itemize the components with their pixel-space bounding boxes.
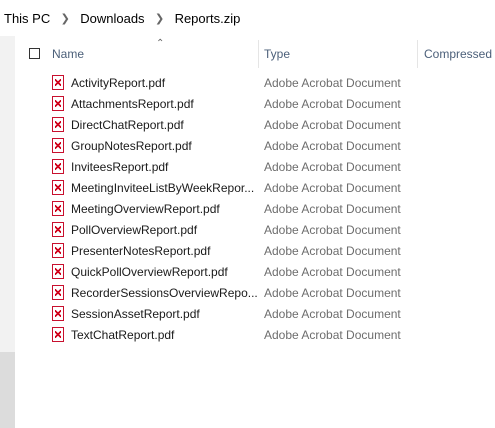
chevron-right-icon[interactable]: ❯ — [59, 12, 71, 25]
pdf-file-icon — [52, 201, 64, 216]
file-row[interactable]: ActivityReport.pdf Adobe Acrobat Document — [16, 73, 495, 94]
pdf-file-icon — [52, 180, 64, 195]
file-name[interactable]: GroupNotesReport.pdf — [71, 139, 192, 153]
pdf-file-icon — [52, 159, 64, 174]
file-type: Adobe Acrobat Document — [264, 307, 401, 321]
pdf-file-icon — [52, 243, 64, 258]
file-row[interactable]: RecorderSessionsOverviewRepo... Adobe Acr… — [16, 283, 495, 304]
column-header-name[interactable]: Name — [52, 47, 84, 61]
file-row[interactable]: TextChatReport.pdf Adobe Acrobat Document — [16, 325, 495, 346]
column-divider[interactable] — [417, 40, 418, 68]
file-name[interactable]: ActivityReport.pdf — [71, 76, 165, 90]
file-name[interactable]: TextChatReport.pdf — [71, 328, 174, 342]
pdf-file-icon — [52, 138, 64, 153]
breadcrumb-this-pc[interactable]: This PC — [4, 11, 50, 26]
file-name[interactable]: MeetingInviteeListByWeekRepor... — [71, 181, 254, 195]
file-row[interactable]: AttachmentsReport.pdf Adobe Acrobat Docum… — [16, 94, 495, 115]
breadcrumb-reports-zip[interactable]: Reports.zip — [175, 11, 241, 26]
file-name[interactable]: RecorderSessionsOverviewRepo... — [71, 286, 258, 300]
file-type: Adobe Acrobat Document — [264, 202, 401, 216]
file-name[interactable]: QuickPollOverviewReport.pdf — [71, 265, 228, 279]
column-header-compressed-size[interactable]: Compressed s — [424, 47, 495, 61]
file-row[interactable]: MeetingOverviewReport.pdf Adobe Acrobat D… — [16, 199, 495, 220]
file-row[interactable]: PollOverviewReport.pdf Adobe Acrobat Docu… — [16, 220, 495, 241]
file-row[interactable]: MeetingInviteeListByWeekRepor... Adobe Ac… — [16, 178, 495, 199]
file-type: Adobe Acrobat Document — [264, 286, 401, 300]
file-name[interactable]: SessionAssetReport.pdf — [71, 307, 200, 321]
pdf-file-icon — [52, 306, 64, 321]
column-header-type[interactable]: Type — [264, 47, 290, 61]
file-row[interactable]: SessionAssetReport.pdf Adobe Acrobat Docu… — [16, 304, 495, 325]
file-name[interactable]: DirectChatReport.pdf — [71, 118, 184, 132]
column-divider[interactable] — [258, 40, 259, 68]
pdf-file-icon — [52, 117, 64, 132]
pdf-file-icon — [52, 327, 64, 342]
file-name[interactable]: PollOverviewReport.pdf — [71, 223, 197, 237]
file-type: Adobe Acrobat Document — [264, 244, 401, 258]
file-row[interactable]: GroupNotesReport.pdf Adobe Acrobat Docume… — [16, 136, 495, 157]
file-type: Adobe Acrobat Document — [264, 139, 401, 153]
file-row[interactable]: InviteesReport.pdf Adobe Acrobat Document — [16, 157, 495, 178]
file-list: ActivityReport.pdf Adobe Acrobat Document… — [16, 73, 495, 346]
breadcrumb-downloads[interactable]: Downloads — [80, 11, 144, 26]
select-all-checkbox[interactable] — [29, 48, 40, 59]
file-row[interactable]: QuickPollOverviewReport.pdf Adobe Acrobat… — [16, 262, 495, 283]
file-name[interactable]: PresenterNotesReport.pdf — [71, 244, 210, 258]
file-row[interactable]: PresenterNotesReport.pdf Adobe Acrobat Do… — [16, 241, 495, 262]
file-type: Adobe Acrobat Document — [264, 76, 401, 90]
sort-ascending-icon: ⌃ — [156, 38, 165, 49]
scrollbar-thumb[interactable] — [0, 352, 15, 428]
file-type: Adobe Acrobat Document — [264, 160, 401, 174]
pdf-file-icon — [52, 75, 64, 90]
chevron-right-icon[interactable]: ❯ — [154, 12, 166, 25]
pdf-file-icon — [52, 264, 64, 279]
file-name[interactable]: AttachmentsReport.pdf — [71, 97, 194, 111]
file-type: Adobe Acrobat Document — [264, 328, 401, 342]
pdf-file-icon — [52, 285, 64, 300]
column-header-row: ⌃ Name Type Compressed s — [16, 38, 495, 70]
file-type: Adobe Acrobat Document — [264, 223, 401, 237]
file-type: Adobe Acrobat Document — [264, 181, 401, 195]
file-name[interactable]: InviteesReport.pdf — [71, 160, 168, 174]
pdf-file-icon — [52, 96, 64, 111]
pdf-file-icon — [52, 222, 64, 237]
file-row[interactable]: DirectChatReport.pdf Adobe Acrobat Docume… — [16, 115, 495, 136]
file-type: Adobe Acrobat Document — [264, 97, 401, 111]
file-type: Adobe Acrobat Document — [264, 265, 401, 279]
vertical-scrollbar[interactable] — [0, 36, 15, 428]
breadcrumb: This PC ❯ Downloads ❯ Reports.zip — [0, 0, 495, 36]
file-name[interactable]: MeetingOverviewReport.pdf — [71, 202, 220, 216]
file-type: Adobe Acrobat Document — [264, 118, 401, 132]
